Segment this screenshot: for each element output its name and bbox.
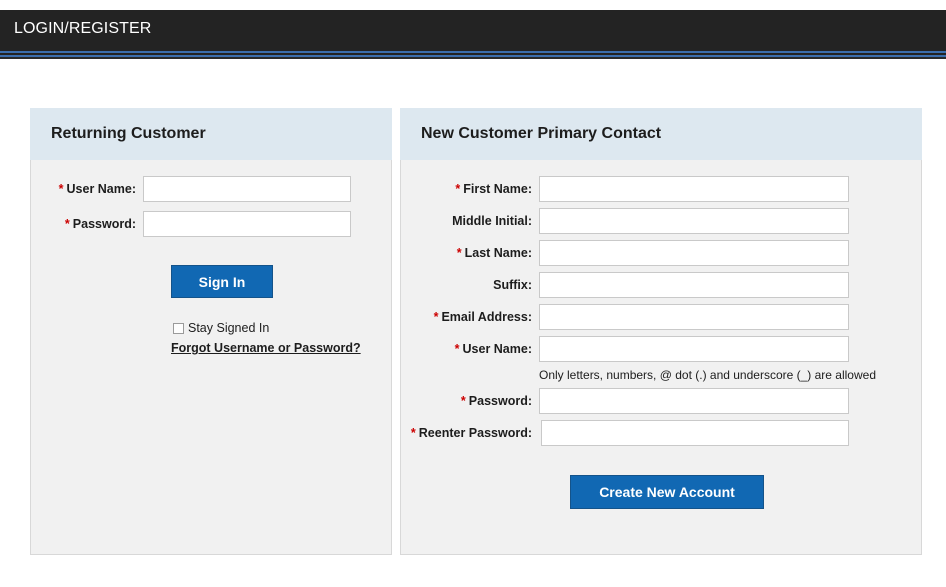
middle-initial-label: Middle Initial:: [452, 214, 532, 228]
required-star-icon: *: [58, 182, 64, 196]
header-bar: LOGIN/REGISTER: [0, 10, 946, 48]
username-label: * User Name:: [58, 182, 136, 196]
suffix-input[interactable]: [539, 272, 849, 298]
required-star-icon: *: [454, 342, 460, 356]
required-star-icon: *: [410, 426, 416, 440]
last-name-input[interactable]: [539, 240, 849, 266]
form-row-first-name: * First Name:: [401, 176, 921, 202]
email-address-label: * Email Address:: [433, 310, 532, 324]
username-hint-text: Only letters, numbers, @ dot (.) and und…: [539, 368, 876, 382]
create-new-account-button[interactable]: Create New Account: [570, 475, 764, 509]
page-header: LOGIN/REGISTER: [0, 10, 946, 59]
form-row-email-address: * Email Address:: [401, 304, 921, 330]
form-row-reenter-password: * Reenter Password:: [401, 420, 921, 446]
required-star-icon: *: [460, 394, 466, 408]
password-label: * Password:: [64, 217, 136, 231]
new-username-label: * User Name:: [454, 342, 532, 356]
returning-customer-panel: Returning Customer * User Name: * Password…: [30, 108, 392, 555]
required-star-icon: *: [64, 217, 70, 231]
form-row-suffix: Suffix:: [401, 272, 921, 298]
form-row-middle-initial: Middle Initial:: [401, 208, 921, 234]
reenter-password-label: * Reenter Password:: [410, 426, 532, 440]
returning-customer-header: Returning Customer: [30, 108, 392, 160]
returning-customer-heading: Returning Customer: [51, 125, 206, 142]
new-customer-panel: New Customer Primary Contact * First Name…: [400, 108, 922, 555]
page-title: LOGIN/REGISTER: [14, 20, 152, 37]
header-rule-dark-3: [0, 57, 946, 59]
new-username-input[interactable]: [539, 336, 849, 362]
sign-in-button[interactable]: Sign In: [171, 265, 273, 298]
new-customer-heading: New Customer Primary Contact: [421, 125, 662, 142]
username-hint-row: Only letters, numbers, @ dot (.) and und…: [401, 368, 921, 382]
stay-signed-in-label: Stay Signed In: [188, 321, 270, 335]
required-star-icon: *: [433, 310, 439, 324]
password-input[interactable]: [143, 211, 351, 237]
form-row-new-password: * Password:: [401, 388, 921, 414]
suffix-label: Suffix:: [493, 278, 532, 292]
username-input[interactable]: [143, 176, 351, 202]
required-star-icon: *: [456, 246, 462, 260]
first-name-input[interactable]: [539, 176, 849, 202]
email-address-input[interactable]: [539, 304, 849, 330]
new-customer-body: * First Name: Middle Initial: * Last Name:…: [400, 160, 922, 555]
reenter-password-input[interactable]: [541, 420, 849, 446]
forgot-credentials-link[interactable]: Forgot Username or Password?: [171, 341, 361, 355]
stay-signed-in-row: Stay Signed In: [173, 321, 391, 335]
stay-signed-in-checkbox[interactable]: [173, 322, 184, 334]
returning-customer-body: * User Name: * Password: Sign In Stay Sign…: [30, 160, 392, 555]
new-password-label: * Password:: [460, 394, 532, 408]
middle-initial-input[interactable]: [539, 208, 849, 234]
first-name-label: * First Name:: [455, 182, 532, 196]
new-customer-header: New Customer Primary Contact: [400, 108, 922, 160]
form-row-username: * User Name:: [31, 176, 391, 202]
form-row-last-name: * Last Name:: [401, 240, 921, 266]
login-register-panels: Returning Customer * User Name: * Password…: [30, 108, 922, 555]
new-password-input[interactable]: [539, 388, 849, 414]
last-name-label: * Last Name:: [456, 246, 532, 260]
required-star-icon: *: [455, 182, 461, 196]
form-row-new-username: * User Name:: [401, 336, 921, 362]
form-row-password: * Password:: [31, 211, 391, 237]
